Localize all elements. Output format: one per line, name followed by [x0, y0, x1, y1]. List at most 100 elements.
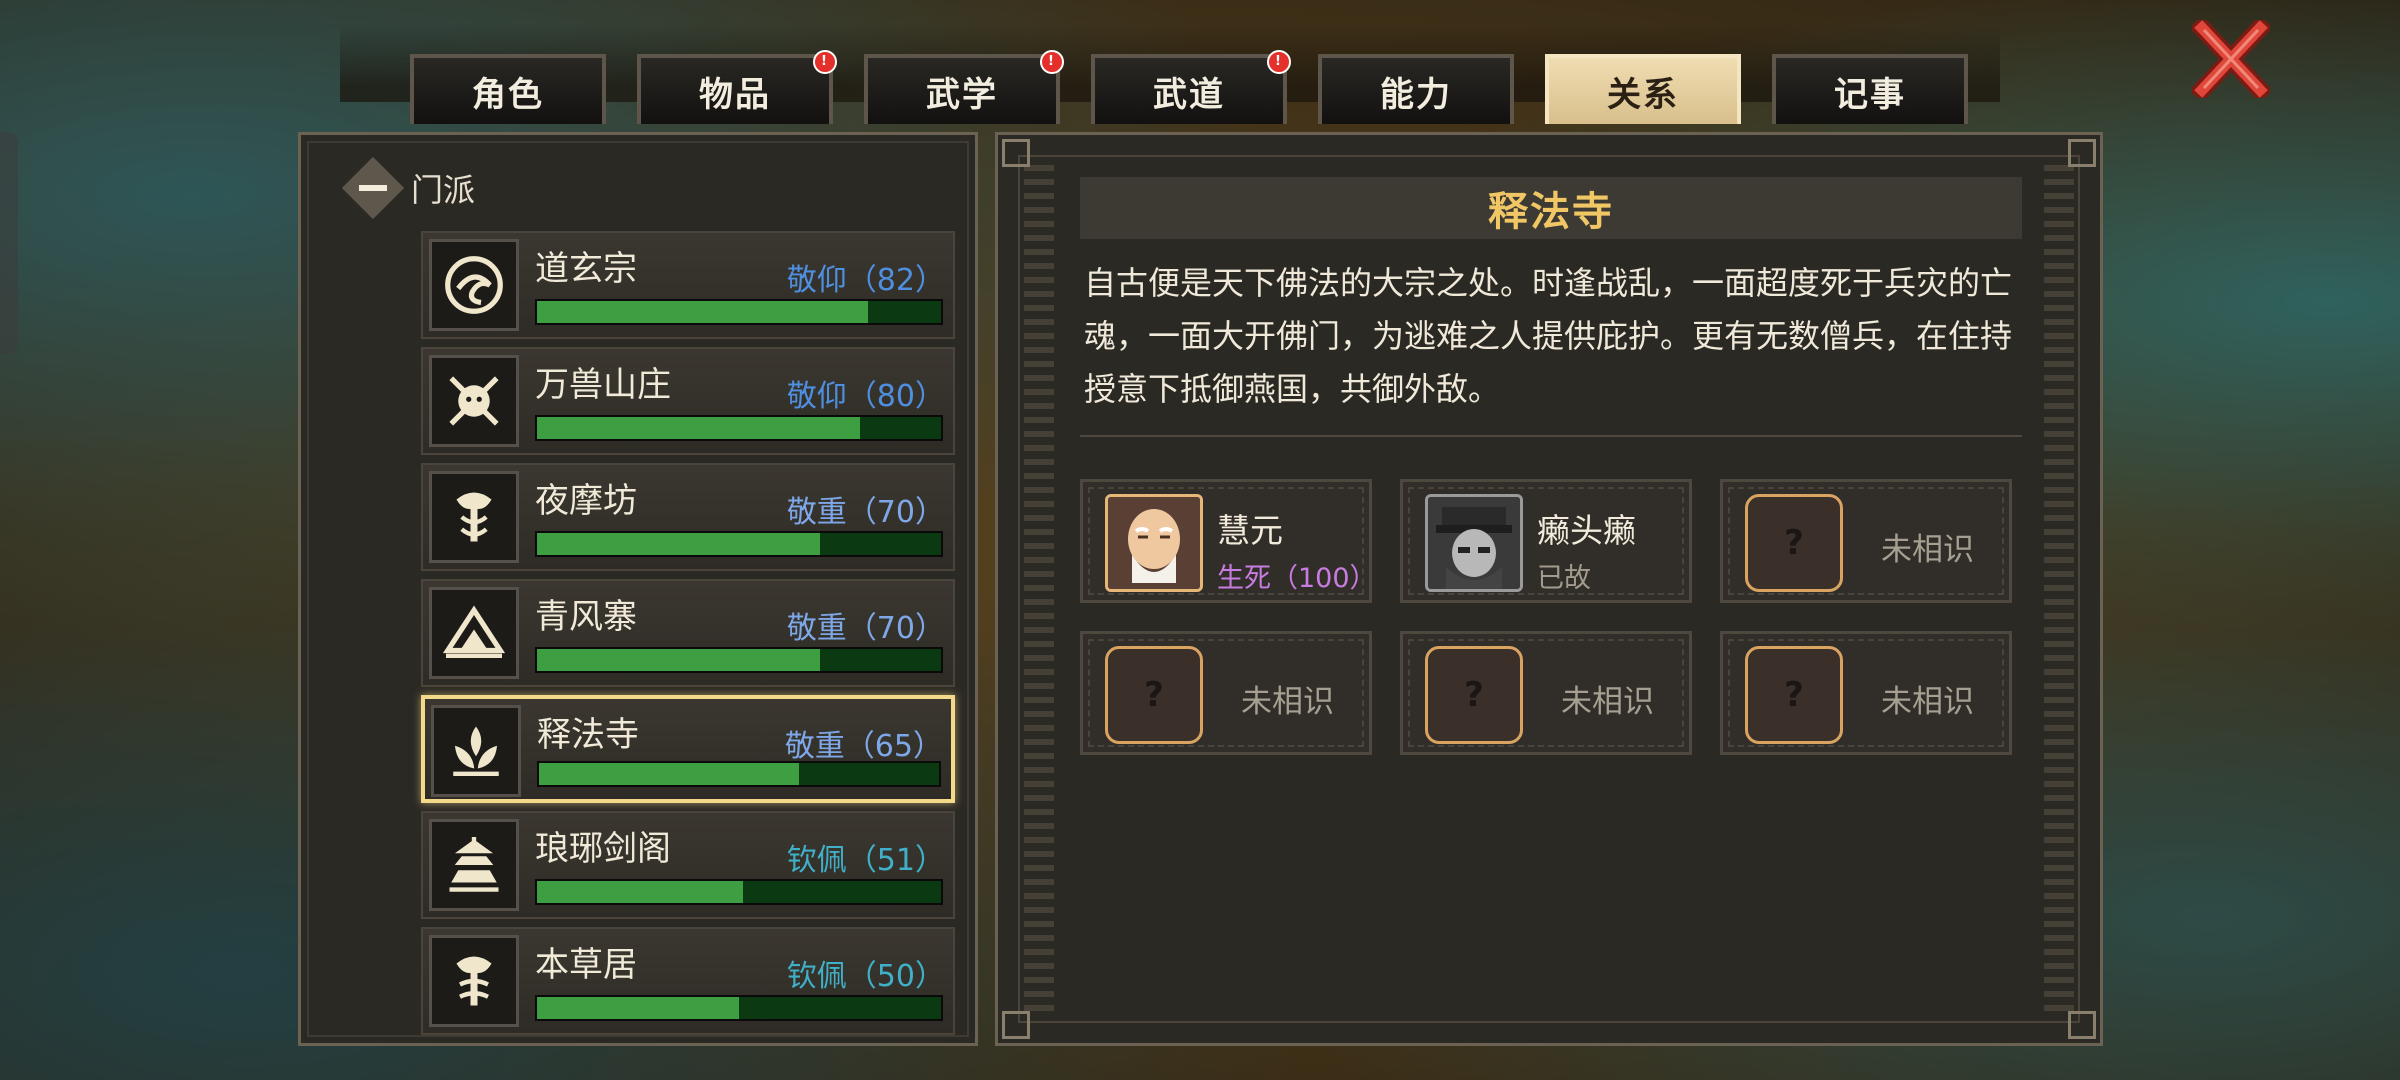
question-mark-icon: ? [1784, 675, 1804, 715]
faction-item[interactable]: 释法寺 敬重（65） [421, 695, 955, 803]
faction-name: 青风寨 [535, 597, 637, 637]
npc-unknown-label: 未相识 [1561, 684, 1654, 720]
reputation-bar-fill [537, 881, 744, 903]
faction-list-panel: 门派 道玄宗 敬仰（82） 万兽山庄 敬仰（80） 夜摩坊 敬重（70） 青风寨 敬重（70）… [298, 132, 978, 1046]
faction-name: 夜摩坊 [535, 481, 637, 521]
npc-card[interactable]: 慧元生死（100） [1080, 479, 1377, 603]
corner-ornament [2068, 1011, 2096, 1039]
beast-emblem-icon [429, 355, 519, 447]
collapse-icon[interactable] [341, 156, 405, 220]
tab-2[interactable]: 武学! [864, 50, 1064, 124]
lotus-emblem-icon [431, 705, 521, 797]
reputation-bar [535, 995, 943, 1021]
notification-badge-icon: ! [1267, 50, 1291, 74]
faction-description: 自古便是天下佛法的大宗之处。时逢战乱，一面超度死于兵灾的亡魂，一面大开佛门，为逃… [1084, 264, 2013, 408]
divider [1080, 435, 2022, 437]
reputation-bar-fill [537, 533, 820, 555]
hatted-man-portrait-icon [1425, 494, 1523, 592]
close-button[interactable] [2189, 15, 2273, 103]
faction-item[interactable]: 青风寨 敬重（70） [421, 579, 955, 687]
side-drawer-handle[interactable] [0, 132, 18, 354]
mountain-emblem-icon [429, 587, 519, 679]
unknown-portrait-icon: ? [1425, 646, 1523, 744]
faction-attitude: 敬仰（80） [786, 379, 945, 414]
left-border-ornament [1024, 165, 1054, 1013]
tab-3[interactable]: 武道! [1091, 50, 1291, 124]
tab-5[interactable]: 关系 [1545, 54, 1741, 124]
faction-name: 琅琊剑阁 [535, 829, 671, 869]
tab-label: 物品 [699, 74, 771, 115]
faction-attitude: 敬重（70） [786, 495, 945, 530]
reputation-bar [535, 299, 943, 325]
npc-card[interactable]: 癞头癞 已故 [1400, 479, 1692, 603]
question-mark-icon: ? [1464, 675, 1484, 715]
tab-label: 关系 [1607, 74, 1679, 115]
tab-4[interactable]: 能力 [1318, 54, 1514, 124]
serpent-emblem-icon [429, 471, 519, 563]
reputation-bar [537, 761, 941, 787]
npc-relation-status: 生死（100） [1217, 563, 1377, 594]
faction-attitude: 钦佩（51） [786, 843, 945, 878]
faction-attitude: 敬重（65） [784, 729, 943, 764]
npc-relation-status: 已故 [1537, 563, 1591, 594]
reputation-bar [535, 415, 943, 441]
faction-name: 本草居 [535, 945, 637, 985]
faction-item[interactable]: 万兽山庄 敬仰（80） [421, 347, 955, 455]
faction-title: 释法寺 [1080, 177, 2022, 239]
npc-unknown-label: 未相识 [1881, 684, 1974, 720]
reputation-bar-fill [537, 649, 820, 671]
monk-portrait-icon [1105, 494, 1203, 592]
faction-attitude: 敬重（70） [786, 611, 945, 646]
faction-item[interactable]: 琅琊剑阁 钦佩（51） [421, 811, 955, 919]
faction-item[interactable]: 本草居 钦佩（50） [421, 927, 955, 1035]
unknown-portrait-icon: ? [1105, 646, 1203, 744]
notification-badge-icon: ! [813, 50, 837, 74]
faction-name: 道玄宗 [535, 249, 637, 289]
reputation-bar-fill [539, 763, 799, 785]
corner-ornament [1002, 1011, 1030, 1039]
npc-card-unknown[interactable]: ? 未相识 [1720, 479, 2012, 603]
npc-name: 癞头癞 [1537, 511, 1636, 550]
tab-label: 武学 [926, 74, 998, 115]
unknown-portrait-icon: ? [1745, 646, 1843, 744]
npc-unknown-label: 未相识 [1881, 532, 1974, 568]
herb-emblem-icon [429, 935, 519, 1027]
faction-group-label: 门派 [411, 171, 476, 209]
faction-item[interactable]: 夜摩坊 敬重（70） [421, 463, 955, 571]
reputation-bar [535, 531, 943, 557]
faction-group-header[interactable]: 门派 [341, 156, 476, 220]
crane-emblem-icon [429, 239, 519, 331]
faction-name: 释法寺 [537, 715, 639, 755]
reputation-bar [535, 647, 943, 673]
tab-6[interactable]: 记事 [1772, 54, 1968, 124]
tab-label: 武道 [1153, 74, 1225, 115]
corner-ornament [2068, 139, 2096, 167]
question-mark-icon: ? [1144, 675, 1164, 715]
faction-attitude: 钦佩（50） [786, 959, 945, 994]
pagoda-emblem-icon [429, 819, 519, 911]
npc-unknown-label: 未相识 [1241, 684, 1334, 720]
tab-label: 记事 [1834, 74, 1906, 115]
tab-label: 角色 [472, 74, 544, 115]
npc-card-unknown[interactable]: ? 未相识 [1400, 631, 1692, 755]
tab-label: 能力 [1380, 74, 1452, 115]
notification-badge-icon: ! [1040, 50, 1064, 74]
reputation-bar [535, 879, 943, 905]
npc-card-unknown[interactable]: ? 未相识 [1720, 631, 2012, 755]
close-x-icon [2189, 15, 2273, 103]
reputation-bar-fill [537, 417, 861, 439]
question-mark-icon: ? [1784, 523, 1804, 563]
npc-card-unknown[interactable]: ? 未相识 [1080, 631, 1372, 755]
faction-name: 万兽山庄 [535, 365, 671, 405]
corner-ornament [1002, 139, 1030, 167]
faction-detail-panel: 释法寺 自古便是天下佛法的大宗之处。时逢战乱，一面超度死于兵灾的亡魂，一面大开佛… [995, 132, 2103, 1046]
tab-0[interactable]: 角色 [410, 54, 606, 124]
faction-item[interactable]: 道玄宗 敬仰（82） [421, 231, 955, 339]
reputation-bar-fill [537, 301, 869, 323]
npc-name: 慧元 [1217, 511, 1283, 550]
reputation-bar-fill [537, 997, 739, 1019]
tab-bar: 角色 物品! 武学! 武道! 能力 关系 记事 [340, 24, 2000, 124]
faction-attitude: 敬仰（82） [786, 263, 945, 298]
unknown-portrait-icon: ? [1745, 494, 1843, 592]
tab-1[interactable]: 物品! [637, 50, 837, 124]
